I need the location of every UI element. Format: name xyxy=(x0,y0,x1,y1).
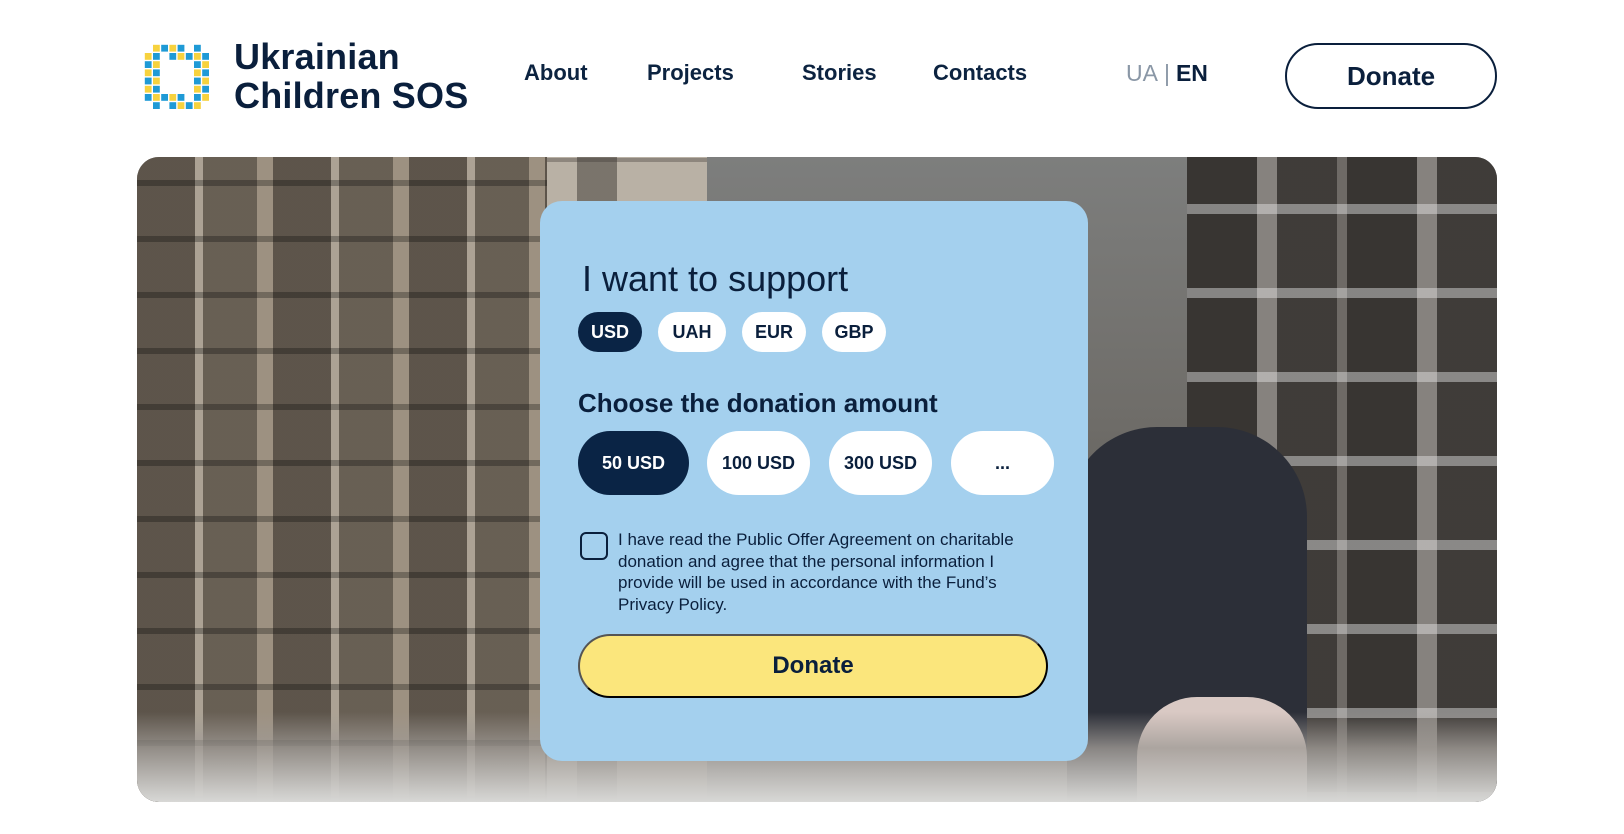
lang-separator: | xyxy=(1163,60,1170,86)
site-header: Ukrainian Children SOS About Projects St… xyxy=(0,0,1624,150)
currency-gbp[interactable]: GBP xyxy=(822,312,886,352)
language-switcher: UA | EN xyxy=(1126,60,1208,87)
donation-form: I want to support USD UAH EUR GBP Choose… xyxy=(540,201,1088,761)
amount-custom[interactable]: ... xyxy=(951,431,1054,495)
form-title: I want to support xyxy=(582,258,849,299)
form-donate-button[interactable]: Donate xyxy=(578,634,1048,698)
currency-uah[interactable]: UAH xyxy=(658,312,726,352)
nav-item-stories[interactable]: Stories xyxy=(802,60,877,86)
agreement-text: I have read the Public Offer Agreement o… xyxy=(618,530,1014,614)
agreement-checkbox[interactable] xyxy=(580,532,608,560)
nav-item-contacts[interactable]: Contacts xyxy=(933,60,1027,86)
nav-item-about[interactable]: About xyxy=(524,60,588,86)
brand-name-line2: Children SOS xyxy=(234,75,469,116)
amount-100[interactable]: 100 USD xyxy=(707,431,810,495)
currency-usd[interactable]: USD xyxy=(578,312,642,352)
currency-eur[interactable]: EUR xyxy=(742,312,806,352)
pixel-wreath-icon xyxy=(144,44,209,109)
amount-50[interactable]: 50 USD xyxy=(578,431,689,495)
brand-logo[interactable]: Ukrainian Children SOS xyxy=(136,36,468,118)
nav-item-projects[interactable]: Projects xyxy=(647,60,734,86)
brand-name: Ukrainian Children SOS xyxy=(234,36,469,116)
lang-ua[interactable]: UA xyxy=(1126,60,1158,86)
hero-building-left xyxy=(137,157,547,802)
amount-300[interactable]: 300 USD xyxy=(829,431,932,495)
lang-en[interactable]: EN xyxy=(1176,60,1208,86)
amount-heading: Choose the donation amount xyxy=(578,388,938,418)
header-donate-button[interactable]: Donate xyxy=(1285,43,1497,109)
brand-name-line1: Ukrainian xyxy=(234,36,400,78)
